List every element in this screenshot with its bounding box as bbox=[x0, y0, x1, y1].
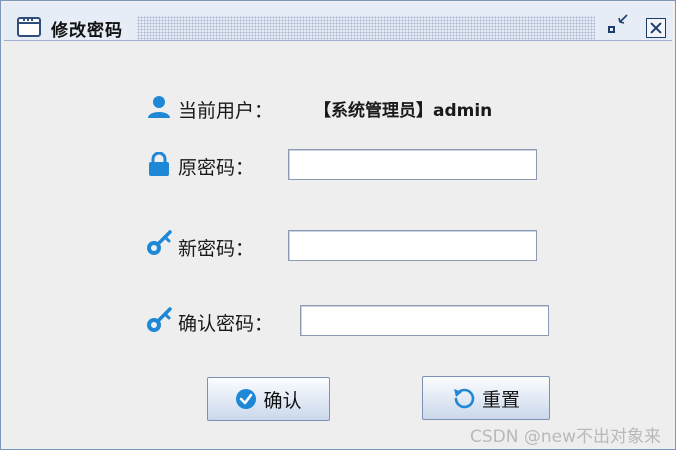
window-icon bbox=[17, 17, 41, 37]
close-button[interactable] bbox=[646, 18, 666, 38]
old-password-label: 原密码： bbox=[178, 157, 255, 179]
key-icon bbox=[147, 307, 172, 332]
old-password-field[interactable] bbox=[288, 149, 537, 180]
current-user-value: 【系统管理员】admin bbox=[314, 101, 493, 121]
reset-button[interactable]: 重置 bbox=[422, 376, 550, 420]
user-icon bbox=[148, 96, 170, 118]
confirm-button-label: 确认 bbox=[263, 389, 302, 412]
lock-icon bbox=[149, 152, 169, 176]
reset-button-label: 重置 bbox=[481, 388, 520, 411]
window-title: 修改密码 bbox=[51, 21, 123, 41]
check-circle-icon bbox=[236, 389, 257, 409]
title-bar-texture bbox=[137, 16, 595, 40]
confirm-password-label: 确认密码： bbox=[178, 313, 274, 335]
watermark-text: CSDN @new不出对象来 bbox=[469, 427, 661, 447]
change-password-window: 修改密码 当前用户： 【系统管理员】admin 原密码： 新密码： 确认密码： … bbox=[0, 0, 676, 450]
confirm-password-field[interactable] bbox=[300, 305, 549, 336]
restore-button[interactable] bbox=[607, 14, 628, 36]
restore-icon bbox=[608, 26, 615, 33]
confirm-button[interactable]: 确认 bbox=[207, 377, 330, 421]
current-user-label: 当前用户： bbox=[178, 100, 274, 122]
new-password-field[interactable] bbox=[288, 230, 537, 261]
new-password-label: 新密码： bbox=[178, 238, 255, 260]
key-icon bbox=[147, 230, 172, 255]
title-bar[interactable]: 修改密码 bbox=[4, 3, 672, 41]
restore-arrow-icon bbox=[618, 14, 628, 24]
refresh-icon bbox=[453, 388, 475, 409]
